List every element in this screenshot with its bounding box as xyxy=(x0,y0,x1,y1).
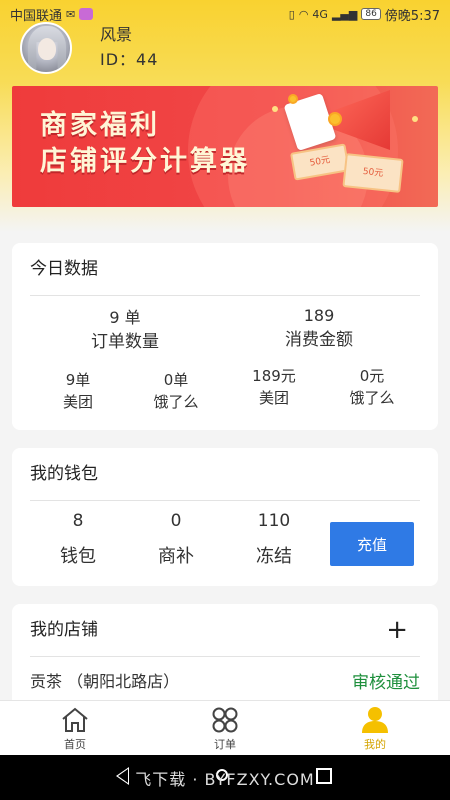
eleme-spend-stat: 0元 饿了么 xyxy=(332,365,412,409)
vibrate-icon: ▯ xyxy=(288,7,295,21)
eleme-spend-label: 饿了么 xyxy=(349,389,395,407)
orders-value: 9 单 xyxy=(109,308,141,327)
eleme-spend-value: 0元 xyxy=(359,367,385,385)
wallet-balance-label: 钱包 xyxy=(60,546,96,567)
back-icon[interactable] xyxy=(116,767,129,785)
profile-name: 风景 xyxy=(100,25,133,44)
today-data-title: 今日数据 xyxy=(30,259,98,279)
meituan-spend-value: 189元 xyxy=(252,367,296,385)
orders-label: 订单数量 xyxy=(91,332,159,352)
store-status-badge: 审核通过 xyxy=(352,673,420,693)
subsidy-value: 0 xyxy=(170,511,182,531)
meituan-orders-value: 9单 xyxy=(65,371,91,389)
coupon-large: 50元 xyxy=(342,153,404,193)
grid-icon xyxy=(212,707,238,733)
bottom-tab-bar: 首页 订单 我的 xyxy=(0,700,450,755)
store-card: 我的店铺 + 贡茶 （朝阳北路店） 审核通过 xyxy=(12,604,438,714)
orders-stat: 9 单 订单数量 xyxy=(70,307,180,355)
promo-banner[interactable]: 50元 50元 商家福利 店铺评分计算器 xyxy=(12,86,438,207)
store-list-item[interactable]: 贡茶 （朝阳北路店） 审核通过 xyxy=(30,668,420,693)
user-icon xyxy=(362,707,388,733)
tab-orders[interactable]: 订单 xyxy=(150,701,300,755)
watermark-text: 飞下载 · BYFZXY.COM xyxy=(135,769,315,789)
banner-title-line2: 店铺评分计算器 xyxy=(40,146,250,177)
eleme-orders-value: 0单 xyxy=(163,371,189,389)
meituan-spend-stat: 189元 美团 xyxy=(234,365,314,409)
network-type-label: 4G xyxy=(312,7,328,21)
profile-id: ID：44 xyxy=(100,50,159,69)
signal-icon: ▂▄▆ xyxy=(331,7,358,21)
eleme-orders-stat: 0单 饿了么 xyxy=(136,369,216,413)
store-name: 贡茶 （朝阳北路店） xyxy=(30,672,180,691)
subsidy-stat[interactable]: 0 商补 xyxy=(141,508,211,572)
divider xyxy=(30,295,420,296)
profile-header[interactable]: 风景 ID：44 xyxy=(20,22,158,74)
tab-home[interactable]: 首页 xyxy=(0,701,150,755)
tab-orders-label: 订单 xyxy=(214,738,236,751)
frozen-stat[interactable]: 110 冻结 xyxy=(239,508,309,572)
meituan-spend-label: 美团 xyxy=(258,389,289,407)
system-nav-bar: 飞下载 · BYFZXY.COM xyxy=(0,755,450,800)
add-store-button[interactable]: + xyxy=(386,616,408,644)
wallet-title: 我的钱包 xyxy=(30,464,98,484)
coin-icon xyxy=(328,112,342,126)
banner-title: 商家福利 店铺评分计算器 xyxy=(40,108,250,180)
eleme-orders-label: 饿了么 xyxy=(153,393,199,411)
meituan-orders-stat: 9单 美团 xyxy=(38,369,118,413)
tab-home-label: 首页 xyxy=(64,738,86,751)
banner-title-line1: 商家福利 xyxy=(40,110,160,141)
wallet-card: 我的钱包 8 钱包 0 商补 110 冻结 充值 xyxy=(12,448,438,586)
coin-icon xyxy=(288,94,298,104)
wifi-icon: ◠ xyxy=(298,7,309,21)
clock: 傍晚5:37 xyxy=(384,8,440,24)
tab-profile[interactable]: 我的 xyxy=(300,701,450,755)
spend-stat: 189 消费金额 xyxy=(264,305,374,353)
frozen-label: 冻结 xyxy=(256,546,292,567)
avatar[interactable] xyxy=(20,22,72,74)
recent-apps-icon[interactable] xyxy=(316,768,332,784)
wallet-balance-value: 8 xyxy=(72,511,84,531)
notification-icon: ✉ xyxy=(66,7,76,21)
spend-value: 189 xyxy=(303,306,335,325)
meituan-orders-label: 美团 xyxy=(62,393,93,411)
frozen-value: 110 xyxy=(257,511,291,531)
divider xyxy=(30,500,420,501)
recharge-button[interactable]: 充值 xyxy=(330,522,414,566)
carrier-label: 中国联通 xyxy=(10,8,63,24)
divider xyxy=(30,656,420,657)
subsidy-label: 商补 xyxy=(158,546,194,567)
store-title: 我的店铺 xyxy=(30,620,98,640)
today-data-card: 今日数据 9 单 订单数量 189 消费金额 9单 美团 0单 饿了么 189元… xyxy=(12,243,438,430)
tab-profile-label: 我的 xyxy=(364,738,386,751)
battery-icon: 86 xyxy=(361,8,381,20)
app-notification-icon xyxy=(79,8,94,20)
wallet-balance-stat[interactable]: 8 钱包 xyxy=(43,508,113,572)
spend-label: 消费金额 xyxy=(285,330,353,350)
home-icon xyxy=(62,707,88,732)
